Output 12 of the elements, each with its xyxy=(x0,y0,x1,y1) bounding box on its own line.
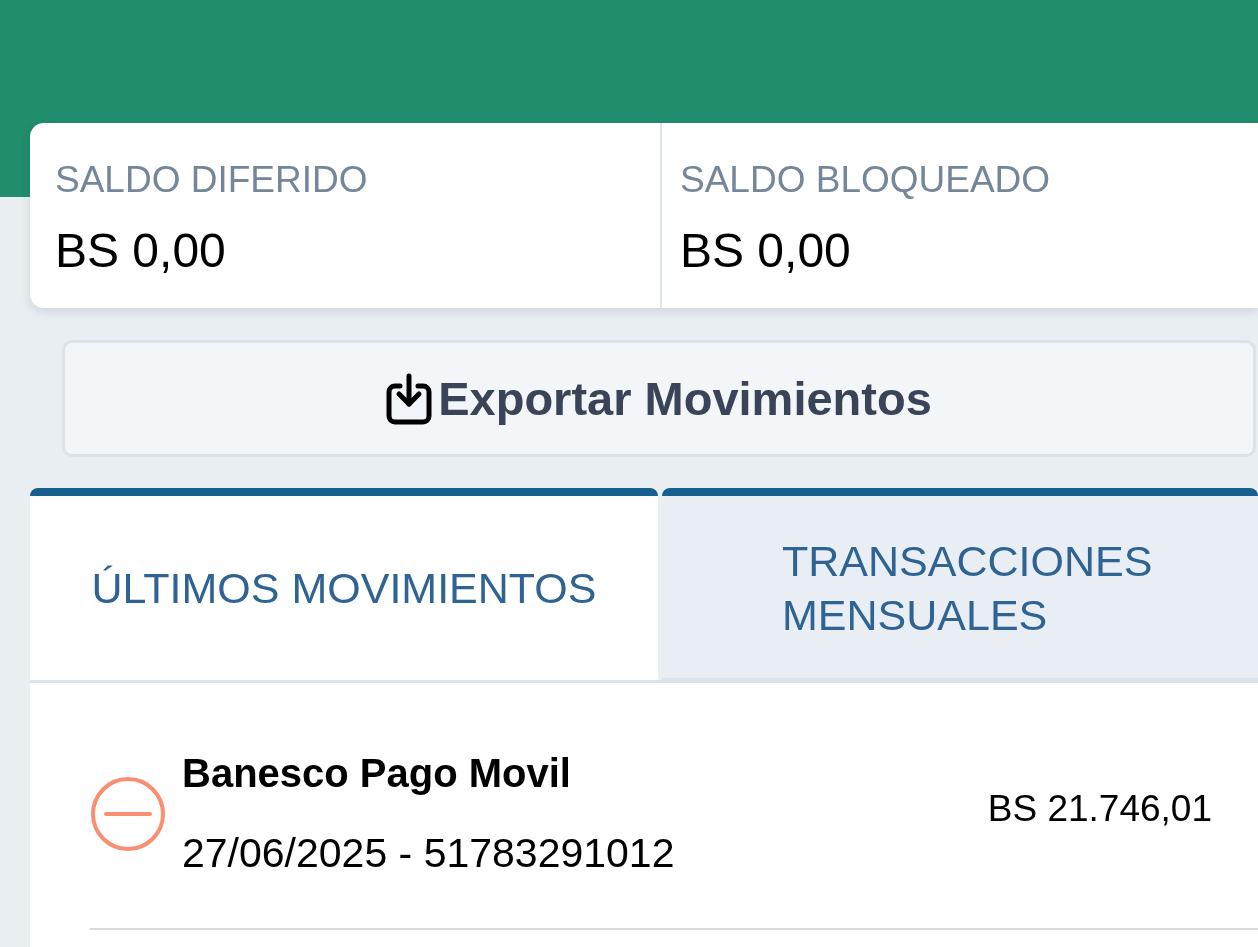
balance-label: SALDO BLOQUEADO xyxy=(680,158,1051,202)
download-icon xyxy=(386,372,433,425)
minus-circle-icon xyxy=(90,775,166,852)
balance-label: SALDO DIFERIDO xyxy=(55,158,368,202)
tab[interactable]: TRANSACCIONES MENSUALES xyxy=(662,488,1258,680)
movement-amount: BS 21.746,01 xyxy=(987,786,1212,831)
export-button[interactable]: Exportar Movimientos xyxy=(62,340,1256,457)
movement-details: 27/06/2025 - 51783291012 xyxy=(182,829,675,878)
tab[interactable]: ÚLTIMOS MOVIMIENTOS xyxy=(30,488,658,680)
balance-amount: BS 0,00 xyxy=(55,223,226,279)
movement-title: Banesco Pago Movil xyxy=(182,750,571,797)
balance-amount: BS 0,00 xyxy=(680,223,851,279)
